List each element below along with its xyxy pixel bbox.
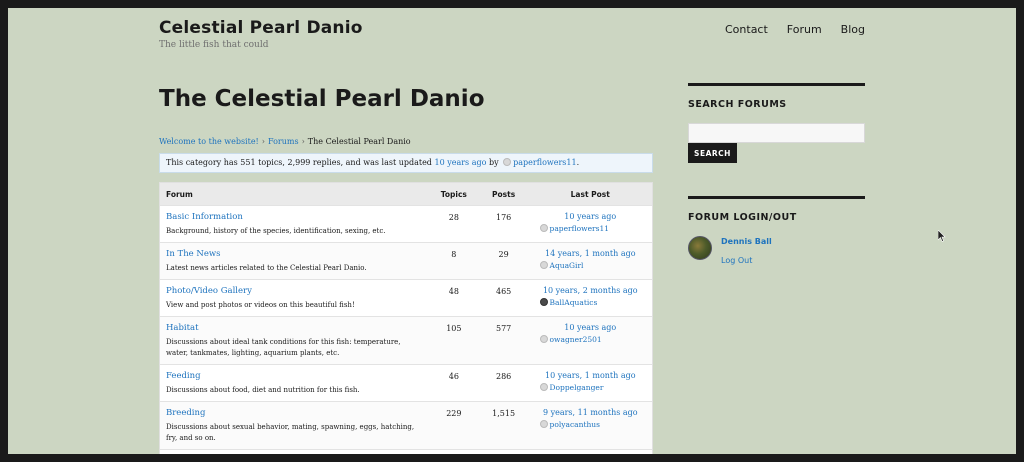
breadcrumb-current: The Celestial Pearl Danio [307,137,411,146]
forum-link[interactable]: Basic Information [166,212,419,222]
user-avatar-icon [539,261,548,269]
site-title[interactable]: Celestial Pearl Danio [159,18,363,38]
topic-count: 229 [446,409,462,418]
page-title: The Celestial Pearl Danio [159,86,485,112]
site-page: Celestial Pearl Danio The little fish th… [8,8,1016,454]
main-nav: Contact Forum Blog [725,23,865,36]
notice-text: This category has 551 topics, 2,999 repl… [166,158,432,167]
forum-link[interactable]: Habitat [166,323,419,333]
post-count: 286 [495,372,512,381]
search-input[interactable] [688,123,865,143]
forum-description: Background, history of the species, iden… [166,227,386,235]
table-row: Basic Information Background, history of … [160,205,652,242]
widget-divider [688,196,865,199]
breadcrumb-separator: › [301,137,305,146]
forum-description: Latest news articles related to the Cele… [166,264,367,272]
nav-forum[interactable]: Forum [787,23,822,36]
logout-link[interactable]: Log Out [721,256,752,265]
forum-link[interactable]: Photo/Video Gallery [166,286,419,296]
table-row: Breeding Discussions about sexual behavio… [160,401,652,449]
search-button[interactable]: SEARCH [688,143,737,163]
notice-end: . [576,158,580,167]
topic-count: 28 [448,213,459,222]
post-count: 465 [495,287,512,296]
forum-login-title: FORUM LOGIN/OUT [688,212,797,223]
notice-time-link[interactable]: 10 years ago [434,158,486,167]
topic-count: 105 [446,324,462,333]
breadcrumb-forums[interactable]: Forums [268,137,299,146]
post-count: 29 [498,250,509,259]
forum-table-header: Forum Topics Posts Last Post [160,183,652,205]
last-post-time-link[interactable]: 10 years, 2 months ago [529,286,652,295]
widget-divider [688,83,865,86]
forum-table: Forum Topics Posts Last Post Basic Infor… [159,182,653,454]
header-forum: Forum [166,189,193,199]
forum-link[interactable]: In The News [166,249,419,259]
nav-contact[interactable]: Contact [725,23,768,36]
last-post-user-link[interactable]: paperflowers11 [550,224,609,233]
header-topics: Topics [440,189,467,199]
last-post-time-link[interactable]: 10 years ago [529,323,652,332]
forum-description: Discussions about ideal tank conditions … [166,338,401,357]
post-count: 1,515 [492,409,516,418]
last-post-user-link[interactable]: polyacanthus [550,420,600,429]
breadcrumb-home[interactable]: Welcome to the website! [159,137,259,146]
user-avatar-icon [503,158,512,166]
last-post-time-link[interactable]: 14 years, 1 month ago [529,249,652,258]
post-count: 577 [495,324,512,333]
topic-count: 8 [451,250,457,259]
notice-by: by [488,158,499,167]
notice-user-link[interactable]: paperflowers11 [513,158,576,167]
forum-description: Discussions about food, diet and nutriti… [166,386,360,394]
forum-description: View and post photos or videos on this b… [166,301,355,309]
mouse-cursor-icon [938,230,946,242]
site-tagline: The little fish that could [159,40,269,50]
last-post-user-link[interactable]: BallAquatics [550,298,598,307]
last-post-time-link[interactable]: 9 years, 11 months ago [529,408,652,417]
header-last-post: Last Post [570,189,610,199]
category-notice: This category has 551 topics, 2,999 repl… [159,153,653,173]
forum-link[interactable]: Breeding [166,408,419,418]
user-avatar-icon [539,335,548,343]
breadcrumb-separator: › [261,137,265,146]
forum-link[interactable]: Feeding [166,371,419,381]
last-post-user-link[interactable]: AquaGirl [550,261,584,270]
forum-description: Discussions about sexual behavior, matin… [166,423,415,442]
user-avatar-icon [539,420,548,428]
post-count: 176 [495,213,512,222]
table-row [160,449,652,454]
topic-count: 46 [448,372,459,381]
breadcrumb: Welcome to the website! › Forums › The Celes… [159,137,411,146]
table-row: Feeding Discussions about food, diet and … [160,364,652,401]
last-post-user-link[interactable]: Doppelganger [550,383,604,392]
table-row: In The News Latest news articles related … [160,242,652,279]
header-posts: Posts [492,189,516,199]
search-forums-title: SEARCH FORUMS [688,99,787,110]
avatar[interactable] [688,236,712,260]
user-avatar-icon [539,383,548,391]
last-post-time-link[interactable]: 10 years ago [529,212,652,221]
user-profile-link[interactable]: Dennis Ball [721,237,772,246]
table-row: Habitat Discussions about ideal tank cond… [160,316,652,364]
table-row: Photo/Video Gallery View and post photos … [160,279,652,316]
user-avatar-icon [539,224,548,232]
user-avatar-icon [539,298,548,306]
nav-blog[interactable]: Blog [841,23,865,36]
topic-count: 48 [448,287,459,296]
last-post-time-link[interactable]: 10 years, 1 month ago [529,371,652,380]
last-post-user-link[interactable]: owagner2501 [550,335,602,344]
